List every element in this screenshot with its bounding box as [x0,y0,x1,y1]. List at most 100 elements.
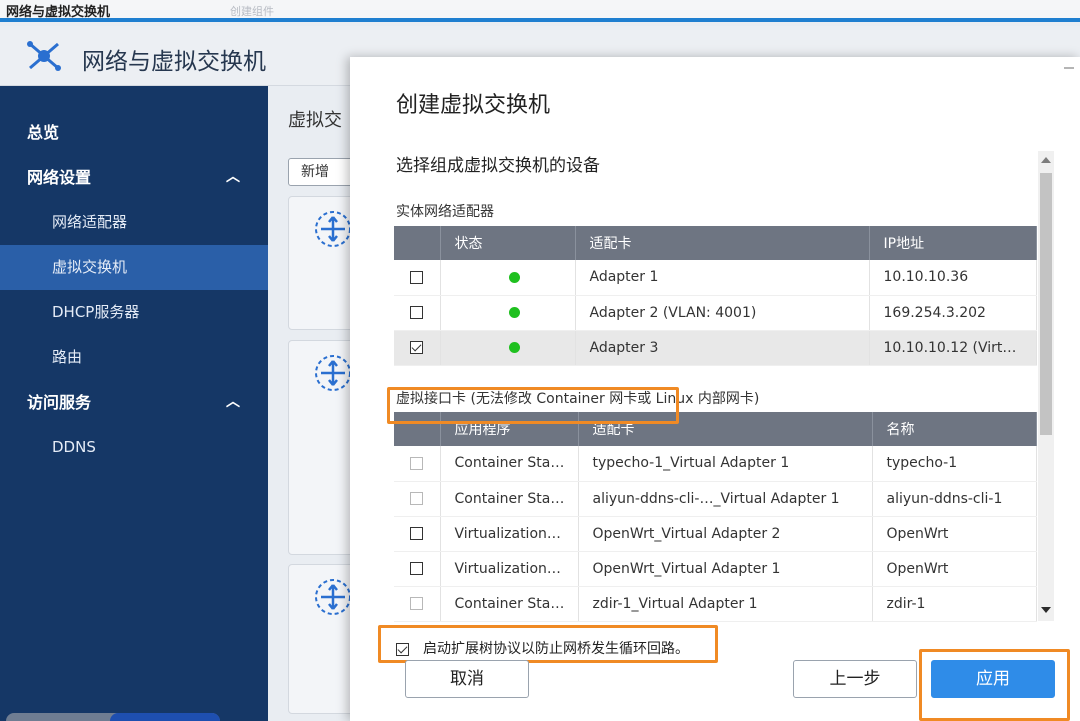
table-row[interactable]: Adapter 2 (VLAN: 4001) 169.254.3.202 [394,295,1037,331]
sidebar-toggle-knob[interactable] [110,713,220,721]
row-checkbox [410,456,424,470]
faded-tab-label: 创建组件 [230,5,274,18]
sidebar-item-label: DHCP服务器 [52,303,140,321]
ip-cell: 10.10.10.36 [869,260,1037,296]
name-cell: OpenWrt [872,516,1037,552]
switch-icon [315,211,351,247]
switch-card[interactable] [288,340,358,555]
table-row[interactable]: Virtualization… OpenWrt_Virtual Adapter … [394,551,1037,587]
stp-label: 启动扩展树协议以防止网桥发生循环回路。 [423,641,689,657]
window-title-bar: 网络与虚拟交换机 创建组件 [0,0,1080,22]
sidebar-item-access-services[interactable]: 访问服务 ︿ [0,380,268,425]
close-icon[interactable] [1064,67,1074,69]
sidebar-item-routing[interactable]: 路由 [0,335,268,380]
adapter-cell: OpenWrt_Virtual Adapter 2 [578,516,873,552]
column-header-application[interactable]: 应用程序 [440,412,579,446]
table-row[interactable]: Virtualization… OpenWrt_Virtual Adapter … [394,516,1037,552]
adapter-cell: aliyun-ddns-cli-…_Virtual Adapter 1 [578,481,873,517]
apply-button[interactable]: 应用 [931,660,1055,698]
sidebar-item-overview[interactable]: 总览 [0,110,268,155]
row-checkbox[interactable] [410,270,424,284]
page-heading: 虚拟交 [288,110,342,131]
application-cell: Container Sta… [440,446,579,482]
stp-option[interactable]: 启动扩展树协议以防止网桥发生循环回路。 [396,638,689,658]
sidebar-item-dhcp[interactable]: DHCP服务器 [0,290,268,335]
new-button[interactable]: 新增 [288,158,358,186]
sidebar-item-label: 总览 [27,123,60,142]
switch-card[interactable] [288,196,358,330]
sidebar-item-label: 路由 [52,348,83,366]
application-cell: Virtualization… [440,516,579,552]
virtual-adapters-table: 应用程序 适配卡 名称 Container Sta… typecho-1_Vir… [394,412,1037,622]
scroll-down-icon[interactable] [1041,607,1051,613]
name-cell: typecho-1 [872,446,1037,482]
chevron-up-icon[interactable]: ︿ [226,380,240,425]
physical-adapters-table: 状态 适配卡 IP地址 Adapter 1 10.10.10.36 Adapte… [394,226,1037,366]
table-row[interactable]: Adapter 1 10.10.10.36 [394,260,1037,296]
adapter-cell: Adapter 1 [575,260,870,296]
status-dot [509,342,520,353]
sidebar: 总览 网络设置 ︿ 网络适配器 虚拟交换机 DHCP服务器 路由 访问服务 ︿ DD… [0,86,268,721]
sidebar-item-ddns[interactable]: DDNS [0,425,268,470]
adapter-cell: zdir-1_Virtual Adapter 1 [578,586,873,622]
sidebar-item-label: 虚拟交换机 [52,258,128,276]
sidebar-item-network-adapters[interactable]: 网络适配器 [0,200,268,245]
table-row[interactable]: Adapter 3 10.10.10.12 (Virt… [394,330,1037,366]
switch-icon [315,355,351,391]
switch-icon [315,579,351,615]
sidebar-item-label: 网络设置 [27,168,92,187]
name-cell: OpenWrt [872,551,1037,587]
adapter-cell: Adapter 2 (VLAN: 4001) [575,295,870,331]
column-header [394,412,441,446]
table-row[interactable]: Container Sta… typecho-1_Virtual Adapter… [394,446,1037,482]
column-header-adapter[interactable]: 适配卡 [578,412,873,446]
application-cell: Virtualization… [440,551,579,587]
window-title: 网络与虚拟交换机 [6,5,111,20]
scroll-thumb[interactable] [1040,173,1052,435]
column-header-status[interactable]: 状态 [440,226,576,260]
scroll-up-icon[interactable] [1041,157,1051,163]
row-checkbox [410,597,424,610]
row-checkbox[interactable] [410,527,424,540]
application-cell: Container Sta… [440,586,579,622]
chevron-up-icon[interactable]: ︿ [226,155,240,200]
row-checkbox[interactable] [410,306,424,319]
sidebar-item-label: 网络适配器 [52,213,128,231]
column-header [394,226,441,260]
physical-adapters-label: 实体网络适配器 [396,204,494,220]
sidebar-item-label: 访问服务 [27,393,92,412]
table-row[interactable]: Container Sta… zdir-1_Virtual Adapter 1 … [394,586,1037,622]
row-checkbox[interactable] [410,562,424,575]
name-cell: aliyun-ddns-cli-1 [872,481,1037,517]
section-title: 选择组成虚拟交换机的设备 [396,156,600,176]
application-cell: Container Sta… [440,481,579,517]
row-checkbox[interactable] [410,341,424,354]
column-header-name[interactable]: 名称 [872,412,1037,446]
row-checkbox [410,492,424,505]
status-dot [509,307,520,318]
back-button[interactable]: 上一步 [793,660,917,698]
column-header-ip[interactable]: IP地址 [869,226,1037,260]
dialog-title: 创建虚拟交换机 [396,93,551,118]
scrollbar[interactable] [1038,151,1054,621]
cancel-button[interactable]: 取消 [405,660,529,698]
column-header-adapter[interactable]: 适配卡 [575,226,870,260]
ip-cell: 169.254.3.202 [869,295,1037,331]
sidebar-item-network-settings[interactable]: 网络设置 ︿ [0,155,268,200]
device-selection-panel: 选择组成虚拟交换机的设备 实体网络适配器 状态 适配卡 IP地址 Adapter… [350,147,1054,625]
sidebar-item-virtual-switch[interactable]: 虚拟交换机 [0,245,268,290]
sidebar-toggle[interactable] [6,713,220,721]
adapter-cell: typecho-1_Virtual Adapter 1 [578,446,873,482]
stp-checkbox[interactable] [396,642,409,656]
ip-cell: 10.10.10.12 (Virt… [869,330,1037,366]
network-switch-icon [27,41,61,71]
adapter-cell: OpenWrt_Virtual Adapter 1 [578,551,873,587]
status-dot [509,271,520,283]
virtual-adapters-label: 虚拟接口卡 (无法修改 Container 网卡或 Linux 内部网卡) [396,391,760,407]
switch-card[interactable] [288,564,358,714]
name-cell: zdir-1 [872,586,1037,622]
table-row[interactable]: Container Sta… aliyun-ddns-cli-…_Virtual… [394,481,1037,517]
sidebar-item-label: DDNS [52,438,96,456]
create-virtual-switch-dialog: 创建虚拟交换机 选择组成虚拟交换机的设备 实体网络适配器 状态 适配卡 IP地址… [350,57,1080,721]
adapter-cell: Adapter 3 [575,330,870,366]
